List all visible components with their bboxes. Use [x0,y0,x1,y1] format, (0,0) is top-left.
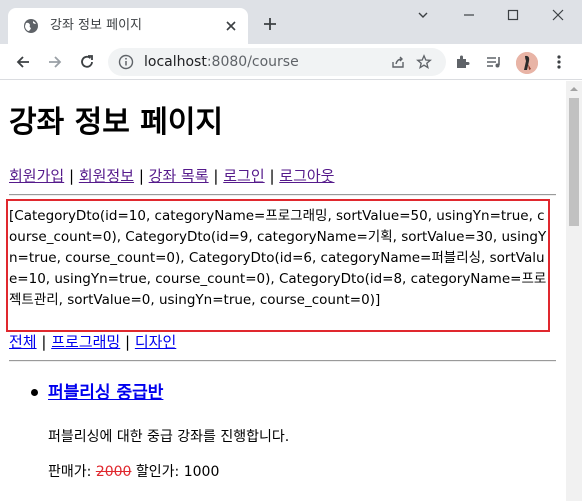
nav-separator: | [138,167,144,185]
window-close-icon[interactable] [551,8,565,22]
minimize-icon[interactable] [462,8,476,22]
vertical-scrollbar[interactable] [566,81,582,501]
nav-logout-link[interactable]: 로그아웃 [279,167,334,185]
url-text[interactable]: localhost:8080/course [144,53,299,71]
course-title-link[interactable]: 퍼블리싱 중급반 [48,381,163,405]
nav-separator: | [68,167,75,185]
chevron-down-icon[interactable] [416,8,430,22]
divider [9,360,556,362]
menu-icon[interactable] [550,53,568,71]
address-bar[interactable]: localhost:8080/course [108,48,446,76]
globe-icon [24,19,38,33]
profile-avatar[interactable] [516,52,538,74]
price-label: 판매가: [48,464,92,480]
scroll-up-arrow-icon[interactable] [570,85,578,93]
category-link-all[interactable]: 전체 [9,333,37,351]
page-title: 강좌 정보 페이지 [9,105,224,140]
category-nav: 전체 | 프로그래밍 | 디자인 [9,332,176,352]
share-icon[interactable] [390,54,406,70]
browser-toolbar: localhost:8080/course [0,44,582,80]
back-icon[interactable] [14,53,32,71]
category-link-programming[interactable]: 프로그래밍 [51,333,120,351]
scrollbar-thumb[interactable] [569,98,579,226]
star-icon[interactable] [416,54,432,70]
category-list-dump: [CategoryDto(id=10, categoryName=프로그래밍, … [9,208,547,308]
category-link-design[interactable]: 디자인 [135,333,176,351]
maximize-icon[interactable] [506,8,520,22]
nav-separator: | [213,167,219,185]
nav-signup-link[interactable]: 회원가입 [9,167,64,185]
info-icon[interactable] [118,54,134,70]
category-separator: | [125,333,131,351]
reload-icon[interactable] [78,53,96,71]
media-queue-icon[interactable] [485,53,503,71]
sale-price-label: 할인가: [135,464,180,480]
extensions-icon[interactable] [454,53,472,71]
close-icon[interactable] [224,19,238,33]
main-nav: 회원가입 | 회원정보 | 강좌 목록 | 로그인 | 로그아웃 [9,166,334,186]
forward-icon[interactable] [46,53,64,71]
browser-tab[interactable]: 강좌 정보 페이지 [8,8,248,44]
divider [9,194,556,196]
avatar-icon [516,52,538,74]
sale-price: 1000 [183,464,220,480]
course-description: 퍼블리싱에 대한 중급 강좌를 진행합니다. [48,429,290,445]
tab-title: 강좌 정보 페이지 [50,18,142,33]
nav-course-list-link[interactable]: 강좌 목록 [149,167,209,185]
nav-member-info-link[interactable]: 회원정보 [79,167,134,185]
nav-separator: | [269,167,275,185]
list-bullet [31,389,38,396]
page-viewport: 강좌 정보 페이지 회원가입 | 회원정보 | 강좌 목록 | 로그인 | 로그… [0,81,566,501]
course-price-line: 판매가: 2000 할인가: 1000 [48,462,219,482]
category-separator: | [41,333,47,351]
original-price: 2000 [95,464,132,480]
tab-strip: 강좌 정보 페이지 [0,0,582,44]
nav-login-link[interactable]: 로그인 [223,167,264,185]
plus-icon[interactable] [262,16,278,32]
